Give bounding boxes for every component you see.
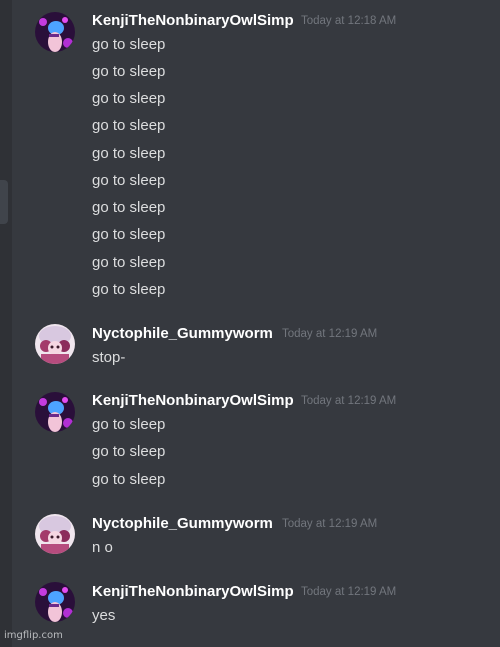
message-author[interactable]: Nyctophile_Gummyworm (92, 515, 273, 532)
message-timestamp: Today at 12:19 AM (282, 518, 378, 530)
message-author[interactable]: Nyctophile_Gummyworm (92, 325, 273, 342)
message-text: stop- (92, 349, 126, 366)
message-author[interactable]: KenjiTheNonbinaryOwlSimp (92, 392, 294, 409)
message-timestamp: Today at 12:19 AM (301, 395, 397, 407)
message-text: go to sleep (92, 281, 166, 298)
kenji-avatar-icon[interactable] (35, 582, 75, 622)
message-text: go to sleep (92, 63, 166, 80)
message-text: yes (92, 607, 116, 624)
message-text: go to sleep (92, 199, 166, 216)
message-text: n o (92, 539, 113, 556)
message-text: go to sleep (92, 254, 166, 271)
nyctophile-avatar-icon[interactable] (35, 514, 75, 554)
message-timestamp: Today at 12:19 AM (282, 328, 378, 340)
imgflip-watermark: imgflip.com (4, 630, 63, 641)
nyctophile-avatar-icon[interactable] (35, 324, 75, 364)
message-text: go to sleep (92, 90, 166, 107)
message-text: go to sleep (92, 471, 166, 488)
message-timestamp: Today at 12:19 AM (301, 586, 397, 598)
kenji-avatar-icon[interactable] (35, 12, 75, 52)
message-text: go to sleep (92, 226, 166, 243)
message-text: go to sleep (92, 117, 166, 134)
message-text: go to sleep (92, 145, 166, 162)
message-author[interactable]: KenjiTheNonbinaryOwlSimp (92, 12, 294, 29)
message-text: go to sleep (92, 416, 166, 433)
kenji-avatar-icon[interactable] (35, 392, 75, 432)
message-text: go to sleep (92, 172, 166, 189)
chat-message-list: KenjiTheNonbinaryOwlSimp Today at 12:18 … (0, 0, 500, 647)
message-timestamp: Today at 12:18 AM (301, 15, 397, 27)
message-text: go to sleep (92, 36, 166, 53)
message-author[interactable]: KenjiTheNonbinaryOwlSimp (92, 583, 294, 600)
message-text: go to sleep (92, 443, 166, 460)
